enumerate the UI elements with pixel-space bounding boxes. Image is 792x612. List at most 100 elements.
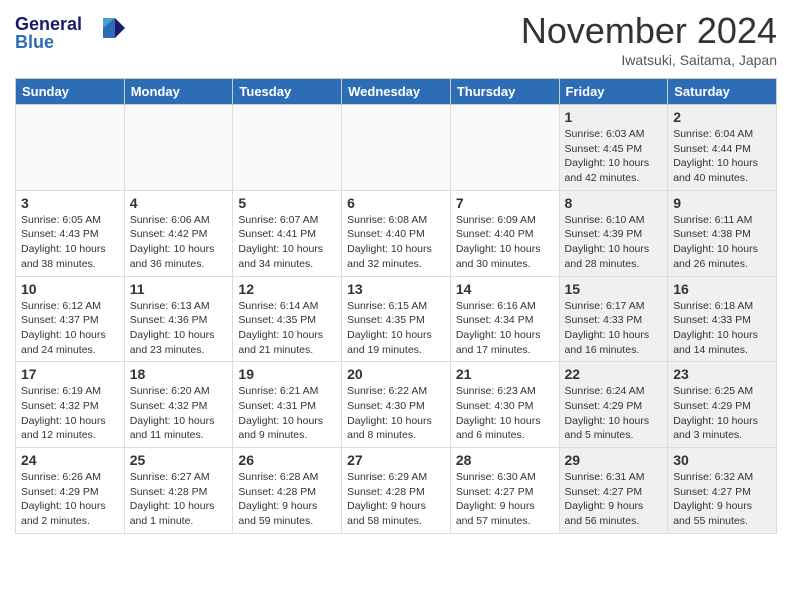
calendar-cell [233,105,342,191]
day-number: 7 [456,195,554,211]
week-row-4: 24 Sunrise: 6:26 AMSunset: 4:29 PMDayligh… [16,448,777,534]
day-info: Sunrise: 6:22 AMSunset: 4:30 PMDaylight:… [347,384,445,443]
day-number: 21 [456,366,554,382]
day-info: Sunrise: 6:30 AMSunset: 4:27 PMDaylight:… [456,470,554,529]
calendar-cell: 24 Sunrise: 6:26 AMSunset: 4:29 PMDayligh… [16,448,125,534]
day-info: Sunrise: 6:29 AMSunset: 4:28 PMDaylight:… [347,470,445,529]
calendar-cell [124,105,233,191]
day-number: 15 [565,281,663,297]
day-info: Sunrise: 6:07 AMSunset: 4:41 PMDaylight:… [238,213,336,272]
calendar-cell: 1 Sunrise: 6:03 AMSunset: 4:45 PMDaylight… [559,105,668,191]
day-info: Sunrise: 6:21 AMSunset: 4:31 PMDaylight:… [238,384,336,443]
col-header-saturday: Saturday [668,79,777,105]
calendar-cell: 2 Sunrise: 6:04 AMSunset: 4:44 PMDaylight… [668,105,777,191]
day-number: 22 [565,366,663,382]
col-header-friday: Friday [559,79,668,105]
col-header-tuesday: Tuesday [233,79,342,105]
week-row-1: 3 Sunrise: 6:05 AMSunset: 4:43 PMDaylight… [16,190,777,276]
logo-text: General Blue [15,10,125,60]
calendar-cell: 6 Sunrise: 6:08 AMSunset: 4:40 PMDaylight… [342,190,451,276]
day-info: Sunrise: 6:06 AMSunset: 4:42 PMDaylight:… [130,213,228,272]
day-info: Sunrise: 6:05 AMSunset: 4:43 PMDaylight:… [21,213,119,272]
day-info: Sunrise: 6:20 AMSunset: 4:32 PMDaylight:… [130,384,228,443]
day-number: 3 [21,195,119,211]
calendar-cell [450,105,559,191]
day-number: 13 [347,281,445,297]
calendar-cell: 12Sunrise: 6:14 AMSunset: 4:35 PMDayligh… [233,276,342,362]
day-info: Sunrise: 6:32 AMSunset: 4:27 PMDaylight:… [673,470,771,529]
calendar-cell: 11 Sunrise: 6:13 AMSunset: 4:36 PMDayligh… [124,276,233,362]
calendar-cell: 5 Sunrise: 6:07 AMSunset: 4:41 PMDaylight… [233,190,342,276]
day-info: Sunrise: 6:19 AMSunset: 4:32 PMDaylight:… [21,384,119,443]
day-info: Sunrise: 6:09 AMSunset: 4:40 PMDaylight:… [456,213,554,272]
calendar-cell: 16Sunrise: 6:18 AMSunset: 4:33 PMDayligh… [668,276,777,362]
day-info: Sunrise: 6:13 AMSunset: 4:36 PMDaylight:… [130,299,228,358]
day-number: 19 [238,366,336,382]
day-number: 17 [21,366,119,382]
day-info: Sunrise: 6:16 AMSunset: 4:34 PMDaylight:… [456,299,554,358]
calendar-table: SundayMondayTuesdayWednesdayThursdayFrid… [15,78,777,534]
calendar-cell: 13 Sunrise: 6:15 AMSunset: 4:35 PMDayligh… [342,276,451,362]
day-number: 27 [347,452,445,468]
day-info: Sunrise: 6:24 AMSunset: 4:29 PMDaylight:… [565,384,663,443]
day-number: 23 [673,366,771,382]
calendar-cell: 20 Sunrise: 6:22 AMSunset: 4:30 PMDayligh… [342,362,451,448]
week-row-3: 17 Sunrise: 6:19 AMSunset: 4:32 PMDayligh… [16,362,777,448]
calendar-cell: 3 Sunrise: 6:05 AMSunset: 4:43 PMDaylight… [16,190,125,276]
svg-text:Blue: Blue [15,32,54,52]
day-info: Sunrise: 6:26 AMSunset: 4:29 PMDaylight:… [21,470,119,529]
day-info: Sunrise: 6:27 AMSunset: 4:28 PMDaylight:… [130,470,228,529]
day-number: 14 [456,281,554,297]
calendar-cell: 21 Sunrise: 6:23 AMSunset: 4:30 PMDayligh… [450,362,559,448]
col-header-sunday: Sunday [16,79,125,105]
day-info: Sunrise: 6:15 AMSunset: 4:35 PMDaylight:… [347,299,445,358]
day-number: 8 [565,195,663,211]
calendar-cell: 4 Sunrise: 6:06 AMSunset: 4:42 PMDaylight… [124,190,233,276]
day-info: Sunrise: 6:28 AMSunset: 4:28 PMDaylight:… [238,470,336,529]
calendar-cell: 22 Sunrise: 6:24 AMSunset: 4:29 PMDayligh… [559,362,668,448]
day-info: Sunrise: 6:17 AMSunset: 4:33 PMDaylight:… [565,299,663,358]
calendar-cell: 17 Sunrise: 6:19 AMSunset: 4:32 PMDayligh… [16,362,125,448]
day-number: 18 [130,366,228,382]
day-number: 20 [347,366,445,382]
col-header-monday: Monday [124,79,233,105]
day-info: Sunrise: 6:10 AMSunset: 4:39 PMDaylight:… [565,213,663,272]
calendar-cell: 30 Sunrise: 6:32 AMSunset: 4:27 PMDayligh… [668,448,777,534]
calendar-cell: 9Sunrise: 6:11 AMSunset: 4:38 PMDaylight… [668,190,777,276]
month-title: November 2024 [521,10,777,52]
calendar-cell: 15 Sunrise: 6:17 AMSunset: 4:33 PMDayligh… [559,276,668,362]
day-info: Sunrise: 6:11 AMSunset: 4:38 PMDaylight:… [673,213,771,272]
col-header-thursday: Thursday [450,79,559,105]
calendar-cell: 26 Sunrise: 6:28 AMSunset: 4:28 PMDayligh… [233,448,342,534]
day-info: Sunrise: 6:23 AMSunset: 4:30 PMDaylight:… [456,384,554,443]
location: Iwatsuki, Saitama, Japan [521,52,777,68]
day-info: Sunrise: 6:08 AMSunset: 4:40 PMDaylight:… [347,213,445,272]
header: General Blue November 2024 Iwatsuki, Sai… [15,10,777,68]
day-number: 6 [347,195,445,211]
calendar-cell: 27 Sunrise: 6:29 AMSunset: 4:28 PMDayligh… [342,448,451,534]
day-number: 2 [673,109,771,125]
week-row-0: 1 Sunrise: 6:03 AMSunset: 4:45 PMDaylight… [16,105,777,191]
day-number: 11 [130,281,228,297]
day-number: 5 [238,195,336,211]
day-number: 28 [456,452,554,468]
main-container: General Blue November 2024 Iwatsuki, Sai… [0,0,792,544]
title-block: November 2024 Iwatsuki, Saitama, Japan [521,10,777,68]
calendar-header-row: SundayMondayTuesdayWednesdayThursdayFrid… [16,79,777,105]
day-info: Sunrise: 6:03 AMSunset: 4:45 PMDaylight:… [565,127,663,186]
day-number: 4 [130,195,228,211]
calendar-cell: 7 Sunrise: 6:09 AMSunset: 4:40 PMDaylight… [450,190,559,276]
day-number: 24 [21,452,119,468]
day-number: 26 [238,452,336,468]
calendar-cell: 10Sunrise: 6:12 AMSunset: 4:37 PMDayligh… [16,276,125,362]
day-number: 29 [565,452,663,468]
week-row-2: 10Sunrise: 6:12 AMSunset: 4:37 PMDayligh… [16,276,777,362]
calendar-cell: 25Sunrise: 6:27 AMSunset: 4:28 PMDayligh… [124,448,233,534]
calendar-cell: 19 Sunrise: 6:21 AMSunset: 4:31 PMDayligh… [233,362,342,448]
calendar-cell [16,105,125,191]
day-number: 16 [673,281,771,297]
day-number: 30 [673,452,771,468]
calendar-cell: 18 Sunrise: 6:20 AMSunset: 4:32 PMDayligh… [124,362,233,448]
day-info: Sunrise: 6:04 AMSunset: 4:44 PMDaylight:… [673,127,771,186]
day-number: 1 [565,109,663,125]
